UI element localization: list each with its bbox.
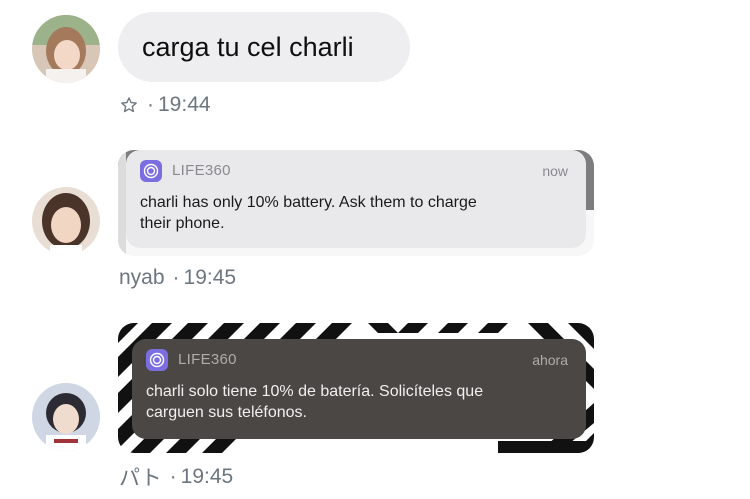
life360-icon [140, 160, 162, 182]
meta-separator: · [172, 266, 180, 289]
message-meta: · 19:44 [119, 93, 211, 117]
notification-body: charli has only 10% battery. Ask them to… [140, 192, 560, 234]
message-time: 19:45 [180, 465, 234, 488]
screenshot-notification-en[interactable]: LIFE360 now charli has only 10% battery.… [118, 150, 594, 256]
message-text: carga tu cel charli [142, 32, 354, 62]
life360-icon [146, 349, 168, 371]
notification-body: charli solo tiene 10% de batería. Solicí… [146, 381, 566, 423]
meta-separator: · [169, 465, 177, 488]
notification-body-line: charli solo tiene 10% de batería. Solicí… [146, 383, 484, 400]
notification-body-line: carguen sus teléfonos. [146, 404, 307, 421]
notification-time: ahora [532, 352, 568, 368]
sender-name[interactable]: パト [119, 462, 162, 492]
avatar-sender-pato[interactable] [32, 383, 100, 451]
notification-app-name: LIFE360 [178, 351, 237, 368]
notification-time: now [542, 163, 568, 179]
notification-body-line: their phone. [140, 215, 225, 232]
message-time: 19:45 [183, 266, 237, 289]
avatar-sender-nyab[interactable] [32, 187, 100, 255]
notification-app-name: LIFE360 [172, 162, 231, 179]
message-meta: nyab · 19:45 [119, 266, 236, 290]
screenshot-notification-es[interactable]: LIFE360 ahora charli solo tiene 10% de b… [118, 323, 594, 453]
life360-notification: LIFE360 now charli has only 10% battery.… [126, 150, 586, 248]
sender-name[interactable]: nyab [119, 266, 165, 290]
message-time: 19:44 [158, 93, 211, 116]
message-meta: パト · 19:45 [119, 462, 233, 492]
message-bubble[interactable]: carga tu cel charli [118, 12, 410, 82]
life360-notification: LIFE360 ahora charli solo tiene 10% de b… [132, 339, 586, 439]
star-outline-icon[interactable] [119, 95, 139, 115]
notification-body-line: charli has only 10% battery. Ask them to… [140, 194, 477, 211]
meta-separator: · [147, 93, 154, 116]
avatar-sender-1[interactable] [32, 15, 100, 83]
screenshot-edge [118, 150, 126, 256]
